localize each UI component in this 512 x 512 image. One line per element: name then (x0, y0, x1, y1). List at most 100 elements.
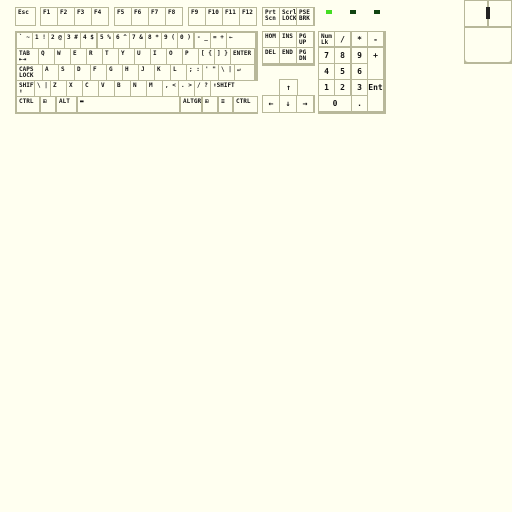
key-g[interactable]: G (107, 65, 122, 80)
key-3[interactable]: 3 (352, 80, 367, 95)
key-7-[interactable]: 7 & (130, 33, 145, 48)
key-0[interactable]: 0 (319, 96, 351, 111)
key[interactable]: ▬ (78, 97, 179, 112)
key-8[interactable]: 8 (335, 48, 350, 63)
key-caps-lock[interactable]: CAPS LOCK (17, 65, 42, 80)
key-t[interactable]: T (103, 49, 118, 64)
key-shift-[interactable]: SHIFT ⬆ (17, 81, 34, 96)
key--[interactable]: \ | (219, 65, 234, 80)
key-f9[interactable]: F9 (189, 8, 205, 25)
key-w[interactable]: W (55, 49, 70, 64)
key-5[interactable]: 5 (335, 64, 350, 79)
key-2-[interactable]: 2 @ (49, 33, 64, 48)
key--[interactable]: . > (179, 81, 194, 96)
mouse-left-button[interactable] (465, 1, 487, 26)
key-f1[interactable]: F1 (41, 8, 57, 25)
key-k[interactable]: K (155, 65, 170, 80)
key-4[interactable]: 4 (319, 64, 334, 79)
key--[interactable]: = + (211, 33, 226, 48)
key-4-[interactable]: 4 $ (81, 33, 96, 48)
key--[interactable]: - (368, 32, 383, 46)
key-q[interactable]: Q (39, 49, 54, 64)
key[interactable]: + (368, 48, 383, 79)
key-a[interactable]: A (43, 65, 58, 80)
key-alt[interactable]: ALT (57, 97, 76, 112)
key-tab-[interactable]: TAB ⇤⇥ (17, 49, 38, 64)
key[interactable]: . (352, 96, 367, 111)
key-f5[interactable]: F5 (115, 8, 131, 25)
key-ins[interactable]: INS (280, 32, 296, 47)
key-j[interactable]: J (139, 65, 154, 80)
key-c[interactable]: C (83, 81, 98, 96)
key-0-[interactable]: 0 ) (178, 33, 193, 48)
key[interactable]: ↑ (280, 80, 297, 96)
key-b[interactable]: B (115, 81, 130, 96)
key-3-[interactable]: 3 # (65, 33, 80, 48)
key--[interactable]: \ | (35, 81, 50, 96)
key-9-[interactable]: 9 ( (162, 33, 177, 48)
key-9[interactable]: 9 (352, 48, 367, 63)
key-e[interactable]: E (71, 49, 86, 64)
key-r[interactable]: R (87, 49, 102, 64)
key-x[interactable]: X (67, 81, 82, 96)
key-6[interactable]: 6 (352, 64, 367, 79)
key-enter[interactable]: ENTER (231, 49, 254, 64)
mouse-right-button[interactable] (489, 1, 511, 26)
key[interactable]: * (352, 32, 367, 46)
key-f12[interactable]: F12 (240, 8, 256, 25)
key-f6[interactable]: F6 (132, 8, 148, 25)
key-f4[interactable]: F4 (92, 8, 108, 25)
key-6-[interactable]: 6 ^ (114, 33, 129, 48)
key--[interactable]: / ? (195, 81, 210, 96)
key-prt-scn[interactable]: Prt Scn (263, 8, 279, 25)
key-8-[interactable]: 8 * (146, 33, 161, 48)
key-end[interactable]: END (280, 48, 296, 63)
key-altgr[interactable]: ALTGR (181, 97, 201, 112)
key-m[interactable]: M (147, 81, 162, 96)
scroll-wheel[interactable] (486, 7, 490, 19)
key-f2[interactable]: F2 (58, 8, 74, 25)
key-v[interactable]: V (99, 81, 114, 96)
key-u[interactable]: U (135, 49, 150, 64)
key-pse-brk[interactable]: PSE BRK (297, 8, 313, 25)
key-f3[interactable]: F3 (75, 8, 91, 25)
key[interactable]: ↵ (235, 65, 254, 80)
key--[interactable]: [ { (199, 49, 214, 64)
key-esc[interactable]: Esc (16, 8, 35, 25)
key-scrl-lock[interactable]: Scrl LOCK (280, 8, 296, 25)
key[interactable]: ↓ (280, 96, 296, 112)
key-i[interactable]: I (151, 49, 166, 64)
key-f11[interactable]: F11 (223, 8, 239, 25)
key-n[interactable]: N (131, 81, 146, 96)
key-5-[interactable]: 5 % (98, 33, 113, 48)
key[interactable]: ⊞ (41, 97, 55, 112)
key-o[interactable]: O (167, 49, 182, 64)
key-num-lk[interactable]: Num Lk (319, 32, 334, 46)
key-2[interactable]: 2 (335, 80, 350, 95)
key[interactable]: ≡ (219, 97, 232, 112)
key[interactable]: ← (227, 33, 255, 48)
key-s[interactable]: S (59, 65, 74, 80)
key-ent[interactable]: Ent (368, 80, 383, 111)
key[interactable]: / (335, 32, 350, 46)
key-ctrl[interactable]: CTRL (17, 97, 39, 112)
key-d[interactable]: D (75, 65, 90, 80)
key-l[interactable]: L (171, 65, 186, 80)
key-p[interactable]: P (183, 49, 198, 64)
key-del[interactable]: DEL (263, 48, 279, 63)
key-hom[interactable]: HOM (263, 32, 279, 47)
key-f8[interactable]: F8 (166, 8, 182, 25)
key-y[interactable]: Y (119, 49, 134, 64)
key--[interactable]: , < (163, 81, 178, 96)
key-h[interactable]: H (123, 65, 138, 80)
key-shift[interactable]: ⬆SHIFT (211, 81, 259, 96)
key-7[interactable]: 7 (319, 48, 334, 63)
key--[interactable]: ; : (187, 65, 202, 80)
key--[interactable]: ] } (215, 49, 230, 64)
key-f7[interactable]: F7 (149, 8, 165, 25)
key-pg-dn[interactable]: PG DN (297, 48, 313, 63)
key-pg-up[interactable]: PG UP (297, 32, 313, 47)
key---[interactable]: - _ (195, 33, 210, 48)
key[interactable]: ⊞ (203, 97, 217, 112)
key-f10[interactable]: F10 (206, 8, 222, 25)
